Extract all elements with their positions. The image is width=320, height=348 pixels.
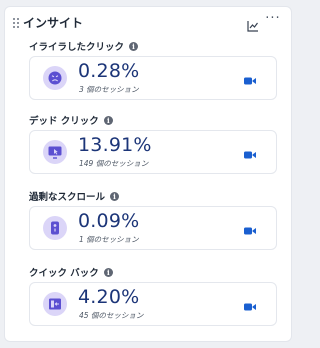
session-count: 149 個のセッション	[79, 159, 149, 168]
line-chart-icon[interactable]	[247, 17, 259, 32]
session-count: 45 個のセッション	[79, 311, 144, 320]
dead-click-icon	[43, 140, 67, 164]
info-icon[interactable]: i	[103, 268, 113, 277]
panel-header: インサイト ···	[5, 7, 291, 39]
metric-value: 0.28%	[78, 60, 140, 82]
metric-card[interactable]: 4.20% 45 個のセッション	[29, 282, 277, 326]
video-camera-icon[interactable]	[243, 298, 257, 311]
metric-card[interactable]: 0.09% 1 個のセッション	[29, 206, 277, 250]
insights-panel: インサイト ··· イライラしたクリック i 0.28% 3 個のセッション デ…	[4, 6, 292, 342]
metric-label: デッド クリック i	[29, 113, 113, 127]
info-icon[interactable]: i	[129, 42, 139, 51]
angry-face-icon	[43, 66, 67, 90]
video-camera-icon[interactable]	[243, 146, 257, 159]
video-camera-icon[interactable]	[243, 72, 257, 85]
info-icon[interactable]: i	[110, 192, 120, 201]
metric-value: 0.09%	[78, 210, 140, 232]
metric-label: クイック バック i	[29, 265, 113, 279]
scroll-icon	[43, 216, 67, 240]
info-icon[interactable]: i	[103, 116, 113, 125]
metric-value: 4.20%	[78, 286, 140, 308]
metric-label: 過剰なスクロール i	[29, 189, 120, 203]
metric-label: イライラしたクリック i	[29, 39, 139, 53]
video-camera-icon[interactable]	[243, 222, 257, 235]
more-options-icon[interactable]: ···	[263, 11, 283, 29]
session-count: 3 個のセッション	[79, 85, 139, 94]
panel-title: インサイト	[23, 16, 84, 30]
session-count: 1 個のセッション	[79, 235, 139, 244]
metric-card[interactable]: 0.28% 3 個のセッション	[29, 56, 277, 100]
drag-handle-icon[interactable]	[13, 18, 19, 28]
quick-back-icon	[43, 292, 67, 316]
metric-value: 13.91%	[78, 134, 152, 156]
metric-card[interactable]: 13.91% 149 個のセッション	[29, 130, 277, 174]
